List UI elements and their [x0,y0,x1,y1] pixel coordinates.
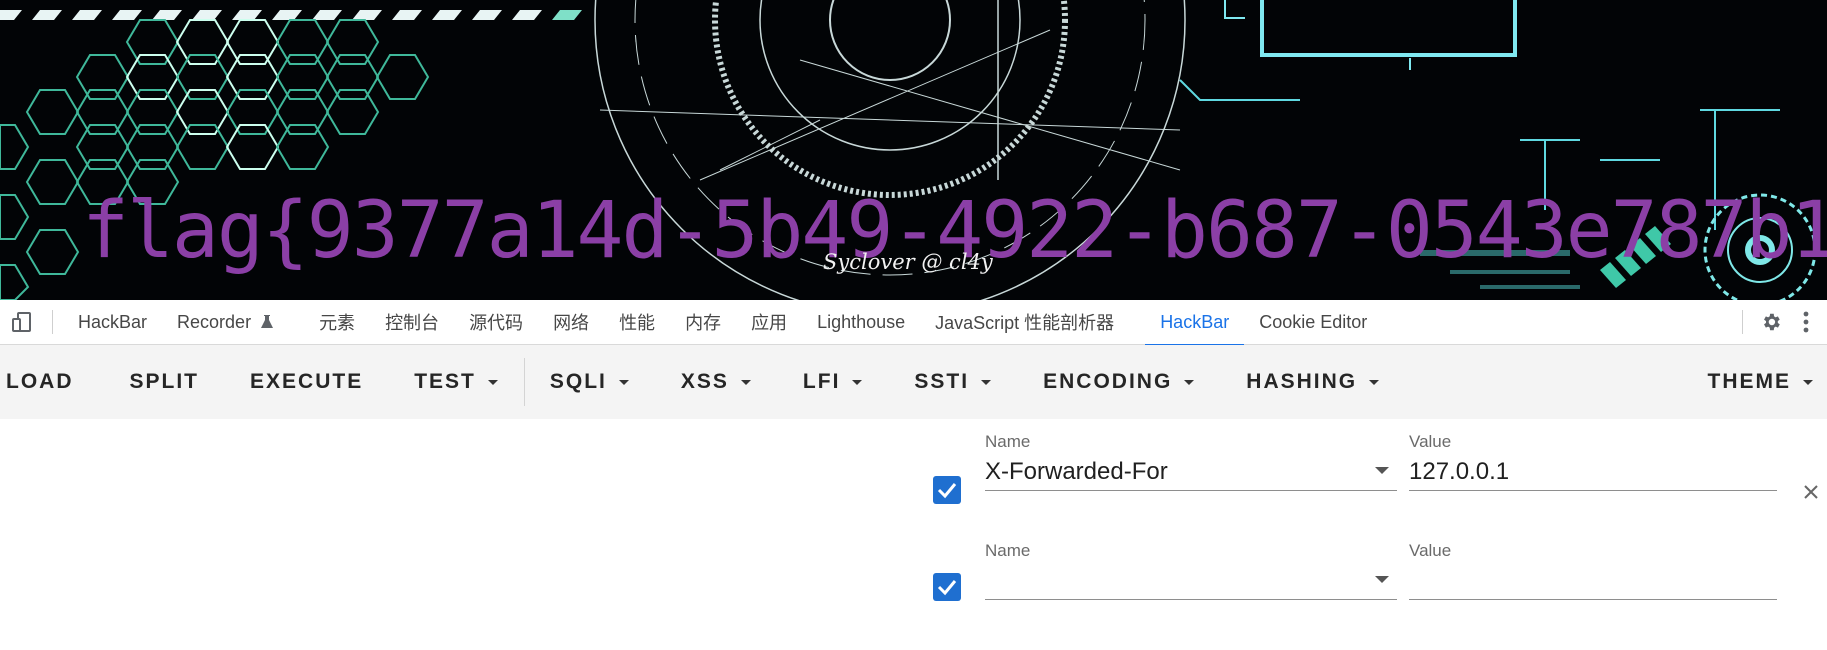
tab-label: Cookie Editor [1259,311,1368,332]
tab-label: HackBar [78,311,148,332]
header-row: Name Value [0,540,1827,650]
settings-gear-icon[interactable] [1751,300,1791,345]
header-value-field[interactable]: Value [1409,540,1777,600]
xss-menu-button[interactable]: XSS [681,345,751,419]
header-value-input[interactable]: 127.0.0.1 [1409,453,1777,491]
toolbar-divider [523,358,525,406]
button-label: ENCODING [1043,370,1173,393]
chevron-down-icon [740,379,751,385]
tab-separator [1742,310,1743,334]
tab-lighthouse[interactable]: Lighthouse [802,300,920,345]
chevron-down-icon [618,379,629,385]
button-label: LOAD [6,370,74,393]
tab-performance[interactable]: 性能 [604,300,670,345]
header-value-input[interactable] [1409,562,1777,600]
header-row: Name X-Forwarded-For Value 127.0.0.1 [0,431,1827,541]
test-menu-button[interactable]: TEST [414,345,498,419]
header-value-field[interactable]: Value 127.0.0.1 [1409,431,1777,491]
tab-label: Lighthouse [817,311,906,332]
tab-console[interactable]: 控制台 [370,300,454,345]
tab-label: Recorder [177,311,252,332]
tab-application[interactable]: 应用 [736,300,802,345]
sqli-menu-button[interactable]: SQLI [550,345,629,419]
load-button[interactable]: LOAD [6,345,74,419]
lfi-menu-button[interactable]: LFI [803,345,863,419]
chevron-down-icon [487,379,498,385]
dashed-stripe [0,10,582,20]
tab-label: HackBar [1160,311,1230,332]
header-name-input[interactable]: X-Forwarded-For [985,453,1397,491]
ssti-menu-button[interactable]: SSTI [914,345,992,419]
tab-js-profiler[interactable]: JavaScript 性能剖析器 [920,300,1129,345]
tab-label: 源代码 [469,313,524,333]
tab-cookie-editor[interactable]: Cookie Editor [1244,300,1382,345]
credit-text: Syclover @ cl4y [823,250,993,274]
button-label: LFI [802,370,841,393]
remove-header-close-icon[interactable] [1800,481,1822,503]
tab-network[interactable]: 网络 [538,300,604,345]
split-button[interactable]: SPLIT [130,345,200,419]
header-name-value: X-Forwarded-For [985,458,1168,485]
header-name-field[interactable]: Name [985,540,1397,600]
chevron-down-icon [1184,379,1195,385]
button-label: EXECUTE [250,370,364,393]
header-value-text: 127.0.0.1 [1409,458,1510,485]
tab-label: 内存 [685,313,722,333]
execute-button[interactable]: EXECUTE [250,345,363,419]
checkmark-icon [937,580,957,596]
tab-label: 元素 [319,313,356,333]
tab-sources[interactable]: 源代码 [454,300,538,345]
hashing-menu-button[interactable]: HASHING [1246,345,1380,419]
button-label: XSS [680,370,729,393]
more-options-icon[interactable] [1791,300,1821,345]
checkmark-icon [937,483,957,499]
tab-recorder[interactable]: Recorder [162,300,290,345]
tab-elements[interactable]: 元素 [304,300,370,345]
tab-separator [52,310,53,334]
flask-icon [261,315,274,328]
tab-label: 性能 [619,313,656,333]
hero-banner: flag{9377a14d-5b49-4922-b687-0543e787b19… [0,0,1827,300]
button-label: SSTI [914,370,970,393]
field-label: Value [1409,541,1452,560]
field-label: Name [985,541,1031,560]
theme-menu-button[interactable]: THEME [1707,345,1813,419]
chevron-down-icon [1369,379,1380,385]
monitor-frame [1224,0,1517,70]
button-label: SQLI [549,370,607,393]
header-name-input[interactable] [985,562,1397,600]
dropdown-arrow-icon[interactable] [1375,576,1389,583]
tab-hackbar-1[interactable]: HackBar [63,300,162,345]
headers-panel: Name X-Forwarded-For Value 127.0.0.1 Nam… [0,419,1827,601]
field-label: Value [1409,432,1452,451]
tab-label: JavaScript 性能剖析器 [935,313,1115,333]
dropdown-arrow-icon[interactable] [1375,467,1389,474]
field-label: Name [985,432,1031,451]
encoding-menu-button[interactable]: ENCODING [1043,345,1195,419]
tab-hackbar-active[interactable]: HackBar [1145,300,1245,346]
device-toolbar-icon[interactable] [10,310,34,334]
header-enabled-checkbox[interactable] [933,573,961,601]
header-name-field[interactable]: Name X-Forwarded-For [985,431,1397,491]
button-label: THEME [1707,370,1791,393]
button-label: HASHING [1246,370,1358,393]
devtools-tab-bar: HackBar Recorder 元素 控制台 源代码 网络 性能 内存 应用 … [0,300,1827,346]
tab-label: 应用 [751,313,788,333]
hackbar-toolbar: LOAD SPLIT EXECUTE TEST SQLI XSS LFI SST… [0,345,1827,419]
button-label: SPLIT [129,370,200,393]
tab-memory[interactable]: 内存 [670,300,736,345]
button-label: TEST [414,370,476,393]
chevron-down-icon [1803,379,1813,385]
tab-label: 控制台 [385,313,440,333]
header-enabled-checkbox[interactable] [933,476,961,504]
tab-label: 网络 [553,313,590,333]
chevron-down-icon [852,379,863,385]
chevron-down-icon [981,379,992,385]
